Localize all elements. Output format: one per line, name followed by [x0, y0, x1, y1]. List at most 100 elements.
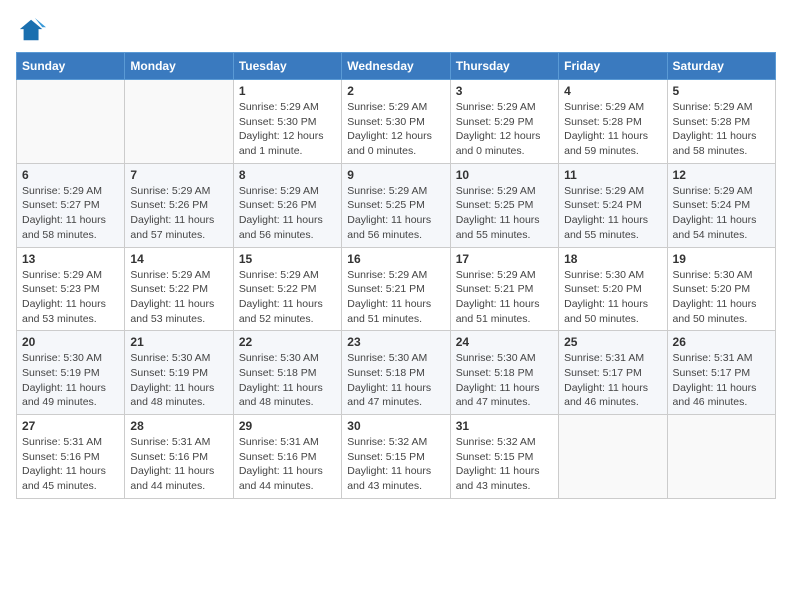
day-info: Sunrise: 5:29 AMSunset: 5:28 PMDaylight:…	[673, 100, 770, 159]
day-info: Sunrise: 5:29 AMSunset: 5:22 PMDaylight:…	[130, 268, 227, 327]
calendar-table: SundayMondayTuesdayWednesdayThursdayFrid…	[16, 52, 776, 499]
day-info: Sunrise: 5:30 AMSunset: 5:20 PMDaylight:…	[673, 268, 770, 327]
calendar-cell: 25 Sunrise: 5:31 AMSunset: 5:17 PMDayligh…	[559, 331, 667, 415]
calendar-cell: 12 Sunrise: 5:29 AMSunset: 5:24 PMDayligh…	[667, 163, 775, 247]
day-info: Sunrise: 5:29 AMSunset: 5:23 PMDaylight:…	[22, 268, 119, 327]
calendar-cell: 20 Sunrise: 5:30 AMSunset: 5:19 PMDayligh…	[17, 331, 125, 415]
calendar-cell: 18 Sunrise: 5:30 AMSunset: 5:20 PMDayligh…	[559, 247, 667, 331]
day-number: 12	[673, 168, 770, 182]
day-number: 3	[456, 84, 553, 98]
weekday-header-friday: Friday	[559, 53, 667, 80]
calendar-cell: 2Sunrise: 5:29 AMSunset: 5:30 PMDaylight…	[342, 80, 450, 164]
header	[16, 16, 776, 44]
day-number: 22	[239, 335, 336, 349]
calendar-cell: 8 Sunrise: 5:29 AMSunset: 5:26 PMDaylight…	[233, 163, 341, 247]
day-number: 29	[239, 419, 336, 433]
calendar-cell: 5 Sunrise: 5:29 AMSunset: 5:28 PMDaylight…	[667, 80, 775, 164]
day-number: 6	[22, 168, 119, 182]
day-info: Sunrise: 5:29 AMSunset: 5:26 PMDaylight:…	[130, 184, 227, 243]
calendar-cell: 7 Sunrise: 5:29 AMSunset: 5:26 PMDaylight…	[125, 163, 233, 247]
calendar-cell: 13 Sunrise: 5:29 AMSunset: 5:23 PMDayligh…	[17, 247, 125, 331]
calendar-cell	[559, 415, 667, 499]
calendar-cell: 10Sunrise: 5:29 AMSunset: 5:25 PMDayligh…	[450, 163, 558, 247]
weekday-header-row: SundayMondayTuesdayWednesdayThursdayFrid…	[17, 53, 776, 80]
calendar-cell: 19 Sunrise: 5:30 AMSunset: 5:20 PMDayligh…	[667, 247, 775, 331]
weekday-header-wednesday: Wednesday	[342, 53, 450, 80]
calendar-cell: 17Sunrise: 5:29 AMSunset: 5:21 PMDayligh…	[450, 247, 558, 331]
day-info: Sunrise: 5:31 AMSunset: 5:17 PMDaylight:…	[673, 351, 770, 410]
day-number: 31	[456, 419, 553, 433]
calendar-cell: 9Sunrise: 5:29 AMSunset: 5:25 PMDaylight…	[342, 163, 450, 247]
day-number: 4	[564, 84, 661, 98]
calendar-cell: 28Sunrise: 5:31 AMSunset: 5:16 PMDayligh…	[125, 415, 233, 499]
day-number: 20	[22, 335, 119, 349]
day-number: 30	[347, 419, 444, 433]
day-info: Sunrise: 5:30 AMSunset: 5:18 PMDaylight:…	[347, 351, 444, 410]
logo	[16, 16, 46, 44]
day-number: 18	[564, 252, 661, 266]
weekday-header-sunday: Sunday	[17, 53, 125, 80]
day-info: Sunrise: 5:29 AMSunset: 5:25 PMDaylight:…	[456, 184, 553, 243]
day-info: Sunrise: 5:31 AMSunset: 5:16 PMDaylight:…	[239, 435, 336, 494]
day-number: 5	[673, 84, 770, 98]
calendar-cell: 1 Sunrise: 5:29 AMSunset: 5:30 PMDaylight…	[233, 80, 341, 164]
day-number: 13	[22, 252, 119, 266]
day-info: Sunrise: 5:30 AMSunset: 5:18 PMDaylight:…	[239, 351, 336, 410]
calendar-week-row: 13 Sunrise: 5:29 AMSunset: 5:23 PMDayligh…	[17, 247, 776, 331]
calendar-cell	[125, 80, 233, 164]
day-number: 25	[564, 335, 661, 349]
day-info: Sunrise: 5:29 AMSunset: 5:22 PMDaylight:…	[239, 268, 336, 327]
day-info: Sunrise: 5:29 AMSunset: 5:21 PMDaylight:…	[347, 268, 444, 327]
calendar-cell: 15 Sunrise: 5:29 AMSunset: 5:22 PMDayligh…	[233, 247, 341, 331]
logo-icon	[18, 16, 46, 44]
day-info: Sunrise: 5:29 AMSunset: 5:26 PMDaylight:…	[239, 184, 336, 243]
calendar-cell: 27 Sunrise: 5:31 AMSunset: 5:16 PMDayligh…	[17, 415, 125, 499]
day-number: 17	[456, 252, 553, 266]
day-info: Sunrise: 5:31 AMSunset: 5:17 PMDaylight:…	[564, 351, 661, 410]
calendar-week-row: 27 Sunrise: 5:31 AMSunset: 5:16 PMDayligh…	[17, 415, 776, 499]
day-number: 9	[347, 168, 444, 182]
weekday-header-monday: Monday	[125, 53, 233, 80]
day-number: 15	[239, 252, 336, 266]
day-number: 1	[239, 84, 336, 98]
day-info: Sunrise: 5:29 AMSunset: 5:27 PMDaylight:…	[22, 184, 119, 243]
calendar-cell: 23 Sunrise: 5:30 AMSunset: 5:18 PMDayligh…	[342, 331, 450, 415]
day-number: 27	[22, 419, 119, 433]
day-number: 11	[564, 168, 661, 182]
calendar-cell: 24 Sunrise: 5:30 AMSunset: 5:18 PMDayligh…	[450, 331, 558, 415]
day-number: 28	[130, 419, 227, 433]
calendar-week-row: 1 Sunrise: 5:29 AMSunset: 5:30 PMDaylight…	[17, 80, 776, 164]
weekday-header-thursday: Thursday	[450, 53, 558, 80]
day-number: 7	[130, 168, 227, 182]
calendar-cell: 29 Sunrise: 5:31 AMSunset: 5:16 PMDayligh…	[233, 415, 341, 499]
weekday-header-saturday: Saturday	[667, 53, 775, 80]
day-info: Sunrise: 5:29 AMSunset: 5:24 PMDaylight:…	[564, 184, 661, 243]
day-number: 24	[456, 335, 553, 349]
calendar-week-row: 6 Sunrise: 5:29 AMSunset: 5:27 PMDaylight…	[17, 163, 776, 247]
calendar-cell: 6 Sunrise: 5:29 AMSunset: 5:27 PMDaylight…	[17, 163, 125, 247]
day-info: Sunrise: 5:30 AMSunset: 5:18 PMDaylight:…	[456, 351, 553, 410]
calendar-cell: 14Sunrise: 5:29 AMSunset: 5:22 PMDayligh…	[125, 247, 233, 331]
calendar-cell: 11 Sunrise: 5:29 AMSunset: 5:24 PMDayligh…	[559, 163, 667, 247]
day-number: 19	[673, 252, 770, 266]
calendar-week-row: 20 Sunrise: 5:30 AMSunset: 5:19 PMDayligh…	[17, 331, 776, 415]
day-info: Sunrise: 5:30 AMSunset: 5:19 PMDaylight:…	[130, 351, 227, 410]
calendar-cell: 16Sunrise: 5:29 AMSunset: 5:21 PMDayligh…	[342, 247, 450, 331]
day-info: Sunrise: 5:31 AMSunset: 5:16 PMDaylight:…	[22, 435, 119, 494]
calendar-cell: 31Sunrise: 5:32 AMSunset: 5:15 PMDayligh…	[450, 415, 558, 499]
day-info: Sunrise: 5:30 AMSunset: 5:19 PMDaylight:…	[22, 351, 119, 410]
calendar-cell: 3Sunrise: 5:29 AMSunset: 5:29 PMDaylight…	[450, 80, 558, 164]
day-info: Sunrise: 5:29 AMSunset: 5:24 PMDaylight:…	[673, 184, 770, 243]
day-number: 8	[239, 168, 336, 182]
day-number: 26	[673, 335, 770, 349]
calendar-cell: 4Sunrise: 5:29 AMSunset: 5:28 PMDaylight…	[559, 80, 667, 164]
calendar-cell: 30 Sunrise: 5:32 AMSunset: 5:15 PMDayligh…	[342, 415, 450, 499]
day-info: Sunrise: 5:29 AMSunset: 5:30 PMDaylight:…	[347, 100, 444, 159]
day-info: Sunrise: 5:29 AMSunset: 5:30 PMDaylight:…	[239, 100, 336, 159]
day-info: Sunrise: 5:32 AMSunset: 5:15 PMDaylight:…	[347, 435, 444, 494]
day-info: Sunrise: 5:30 AMSunset: 5:20 PMDaylight:…	[564, 268, 661, 327]
weekday-header-tuesday: Tuesday	[233, 53, 341, 80]
calendar-cell: 21Sunrise: 5:30 AMSunset: 5:19 PMDayligh…	[125, 331, 233, 415]
calendar-cell	[667, 415, 775, 499]
day-number: 23	[347, 335, 444, 349]
